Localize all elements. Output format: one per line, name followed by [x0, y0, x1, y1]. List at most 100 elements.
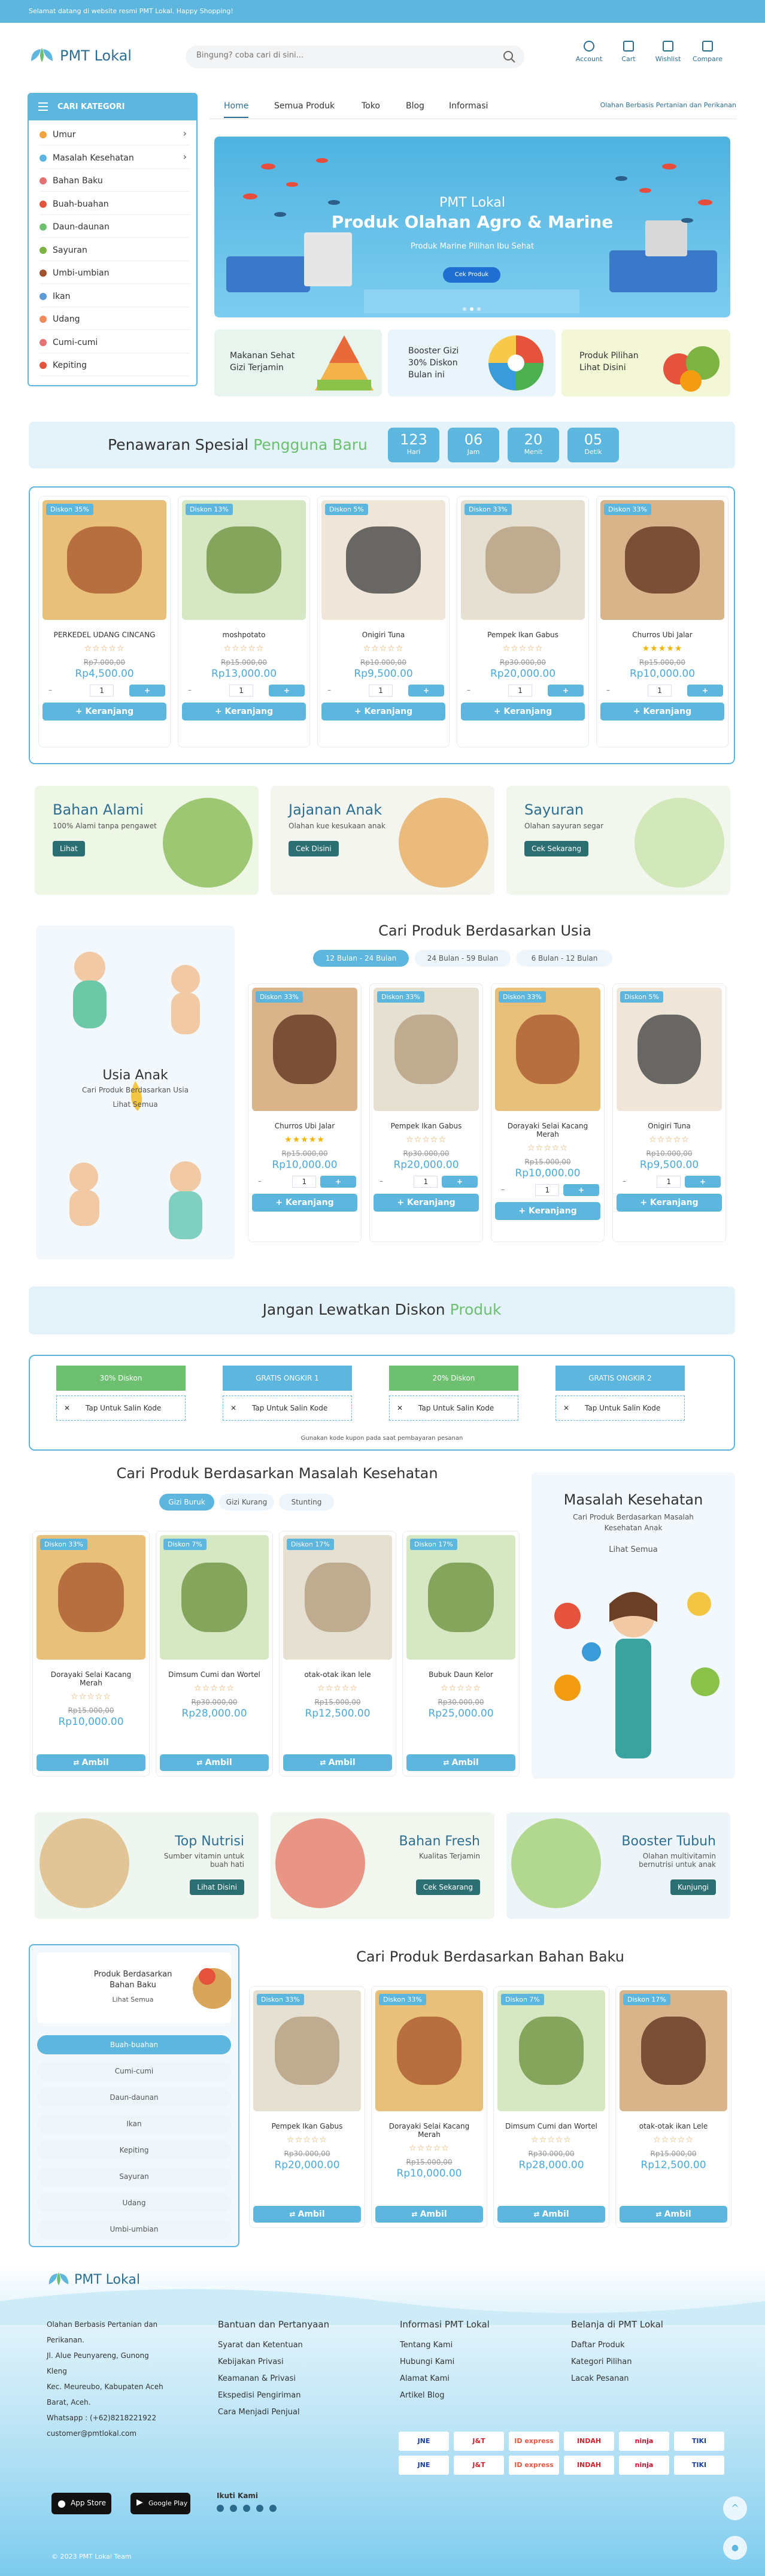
copy-code-button[interactable]: ✕ Tap Untuk Salin Kode	[389, 1396, 518, 1421]
plus-button[interactable]: +	[129, 685, 165, 697]
promo-banner[interactable]: Booster Tubuh Olahan multivitamin bernutr…	[506, 1812, 730, 1919]
product-card[interactable]: Diskon 33% Pempek Ikan Gabus ☆☆☆☆☆ Rp30.000…	[457, 496, 589, 747]
product-image[interactable]: Diskon 17%	[406, 1535, 515, 1660]
quantity-stepper[interactable]: –1 +	[602, 685, 723, 697]
category-item[interactable]: Udang	[40, 308, 189, 330]
product-image[interactable]: Diskon 5%	[617, 988, 722, 1111]
plus-button[interactable]: +	[269, 685, 305, 697]
product-image[interactable]: Diskon 7%	[497, 1990, 605, 2111]
minus-button[interactable]: –	[467, 686, 470, 694]
quantity-value[interactable]: 1	[648, 685, 672, 697]
footer-link[interactable]: Kebijakan Privasi	[218, 2357, 284, 2366]
plus-button[interactable]: +	[320, 1176, 356, 1188]
minus-button[interactable]: –	[623, 1177, 626, 1185]
cart-action[interactable]: Cart	[612, 41, 645, 71]
take-button[interactable]: ⇄ Ambil	[253, 2206, 361, 2223]
wishlist-action[interactable]: Wishlist	[651, 41, 685, 71]
chat-button[interactable]: ●	[723, 2536, 747, 2560]
product-card[interactable]: Diskon 17% otak-otak ikan lele ☆☆☆☆☆ Rp15.0…	[279, 1531, 396, 1776]
product-image[interactable]: Diskon 35%	[42, 500, 166, 620]
age-tab[interactable]: 24 Bulan - 59 Bulan	[415, 950, 511, 967]
quantity-stepper[interactable]: –1 +	[253, 1176, 356, 1188]
quantity-value[interactable]: 1	[229, 685, 254, 697]
raw-tab[interactable]: Kepiting	[37, 2141, 231, 2160]
health-tab[interactable]: Gizi Buruk	[159, 1494, 214, 1511]
product-card[interactable]: Diskon 7% Dimsum Cumi dan Wortel ☆☆☆☆☆ Rp30…	[493, 1986, 609, 2228]
product-image[interactable]: Diskon 33%	[252, 988, 357, 1111]
banner-button[interactable]: Cek Disini	[289, 841, 339, 856]
product-card[interactable]: Diskon 13% moshpotato ☆☆☆☆☆ Rp15.000,00 Rp13…	[178, 496, 310, 747]
take-button[interactable]: ⇄ Ambil	[406, 1754, 515, 1771]
product-card[interactable]: Diskon 7% Dimsum Cumi dan Wortel ☆☆☆☆☆ Rp30…	[156, 1531, 273, 1776]
plus-button[interactable]: +	[442, 1176, 478, 1188]
promo-button[interactable]: Kunjungi	[670, 1879, 716, 1895]
footer-link[interactable]: Tentang Kami	[400, 2341, 453, 2350]
product-card[interactable]: Diskon 33% Churros Ubi Jalar ★★★★★ Rp15.000…	[596, 496, 728, 747]
add-to-cart-button[interactable]: + Keranjang	[495, 1202, 600, 1220]
category-item[interactable]: Masalah Kesehatan ›	[40, 147, 189, 169]
add-to-cart-button[interactable]: + Keranjang	[321, 703, 445, 721]
category-banner[interactable]: Sayuran Olahan sayuran segar Cek Sekarang	[506, 786, 730, 895]
product-name[interactable]: Pempek Ikan Gabus	[250, 2122, 365, 2130]
category-item[interactable]: Bahan Baku	[40, 170, 189, 192]
category-item[interactable]: Cumi-cumi	[40, 332, 189, 353]
copy-code-button[interactable]: ✕ Tap Untuk Salin Kode	[56, 1396, 186, 1421]
promo-banner[interactable]: Bahan Fresh Kualitas Terjamin Cek Sekarang	[271, 1812, 494, 1919]
age-tab[interactable]: 6 Bulan - 12 Bulan	[517, 950, 612, 967]
product-card[interactable]: Diskon 33% Pempek Ikan Gabus ☆☆☆☆☆ Rp30.000…	[369, 983, 483, 1242]
footer-link[interactable]: Ekspedisi Pengiriman	[218, 2391, 300, 2400]
copy-code-button[interactable]: ✕ Tap Untuk Salin Kode	[223, 1396, 352, 1421]
category-item[interactable]: Kepiting	[40, 355, 189, 376]
product-image[interactable]: Diskon 33%	[461, 500, 585, 620]
twitter-icon[interactable]	[217, 2505, 224, 2512]
raw-tab[interactable]: Sayuran	[37, 2167, 231, 2186]
plus-button[interactable]: +	[563, 1184, 599, 1196]
category-item[interactable]: Ikan	[40, 286, 189, 307]
age-see-all-link[interactable]: Lihat Semua	[36, 1100, 235, 1109]
google-play-button[interactable]: ▶ Google Play	[130, 2493, 190, 2514]
quantity-value[interactable]: 1	[369, 685, 393, 697]
product-image[interactable]: Diskon 33%	[495, 988, 600, 1111]
youtube-icon[interactable]	[243, 2505, 250, 2512]
scroll-top-button[interactable]: ^	[723, 2496, 747, 2520]
age-tab[interactable]: 12 Bulan - 24 Bulan	[313, 950, 409, 967]
take-button[interactable]: ⇄ Ambil	[283, 1754, 392, 1771]
raw-tab[interactable]: Ikan	[37, 2114, 231, 2133]
quantity-stepper[interactable]: –1 +	[496, 1184, 599, 1196]
quantity-value[interactable]: 1	[535, 1184, 560, 1196]
plus-button[interactable]: +	[685, 1176, 721, 1188]
quantity-value[interactable]: 1	[657, 1176, 681, 1188]
product-card[interactable]: Diskon 33% Pempek Ikan Gabus ☆☆☆☆☆ Rp30.000…	[249, 1986, 365, 2228]
product-name[interactable]: Onigiri Tuna	[318, 631, 449, 639]
raw-tab[interactable]: Daun-daunan	[37, 2088, 231, 2107]
footer-link[interactable]: Lacak Pesanan	[571, 2374, 629, 2383]
product-name[interactable]: Churros Ubi Jalar	[248, 1122, 361, 1130]
quantity-value[interactable]: 1	[414, 1176, 438, 1188]
product-card[interactable]: Diskon 17% otak-otak ikan Lele ☆☆☆☆☆ Rp15.0…	[615, 1986, 731, 2228]
category-item[interactable]: Umbi-umbian	[40, 262, 189, 284]
health-tab[interactable]: Gizi Kurang	[219, 1494, 274, 1511]
add-to-cart-button[interactable]: + Keranjang	[600, 703, 724, 721]
minus-button[interactable]: –	[188, 686, 192, 694]
promo-button[interactable]: Cek Sekarang	[415, 1879, 480, 1895]
product-image[interactable]: Diskon 33%	[600, 500, 724, 620]
footer-logo[interactable]: PMT Lokal	[47, 2271, 166, 2289]
product-card[interactable]: Diskon 33% Dorayaki Selai Kacang Merah ☆☆☆…	[32, 1531, 150, 1776]
product-name[interactable]: Pempek Ikan Gabus	[370, 1122, 482, 1130]
add-to-cart-button[interactable]: + Keranjang	[617, 1194, 722, 1212]
banner-button[interactable]: Lihat	[53, 841, 85, 856]
mini-banner-1[interactable]: Makanan Sehat Gizi Terjamin	[214, 329, 382, 396]
add-to-cart-button[interactable]: + Keranjang	[42, 703, 166, 721]
category-item[interactable]: Daun-daunan	[40, 216, 189, 238]
nav-informasi[interactable]: Informasi	[449, 101, 488, 111]
footer-link[interactable]: Keamanan & Privasi	[218, 2374, 296, 2383]
footer-link[interactable]: Syarat dan Ketentuan	[218, 2341, 303, 2350]
product-image[interactable]: Diskon 17%	[620, 1990, 727, 2111]
product-name[interactable]: PERKEDEL UDANG CINCANG	[39, 631, 170, 639]
product-name[interactable]: otak-otak ikan lele	[280, 1670, 396, 1679]
category-item[interactable]: Umur ›	[40, 124, 189, 146]
health-tab[interactable]: Stunting	[279, 1494, 334, 1511]
footer-link[interactable]: Artikel Blog	[400, 2391, 445, 2400]
quantity-stepper[interactable]: –1 +	[323, 685, 444, 697]
product-name[interactable]: Onigiri Tuna	[613, 1122, 725, 1130]
